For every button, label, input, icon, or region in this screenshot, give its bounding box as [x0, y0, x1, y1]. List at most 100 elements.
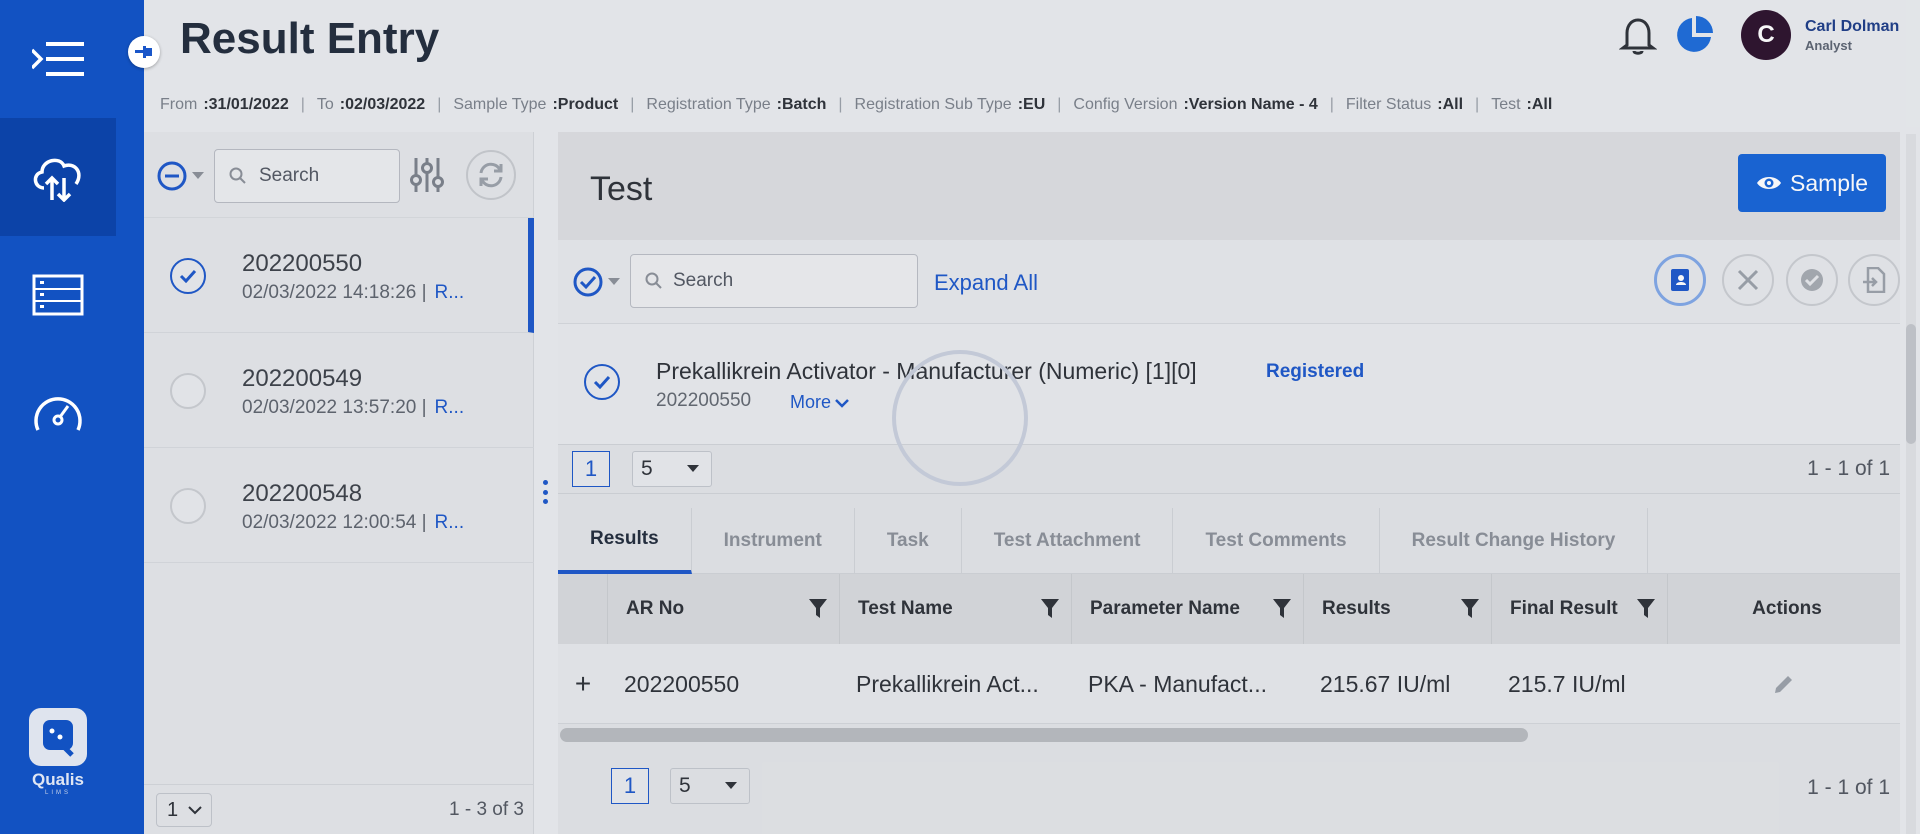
filter-label-from: From — [160, 96, 198, 113]
grid-page-number-button[interactable]: 1 — [611, 768, 649, 804]
test-panel-title: Test — [590, 170, 653, 208]
avatar[interactable]: C — [1741, 10, 1791, 60]
sample-list-panel: Search 202200550 02/03/2022 14:18:26 | R.… — [144, 132, 534, 834]
minus-circle-icon — [157, 161, 187, 191]
logo-mark-icon — [43, 720, 74, 757]
sample-view-label: Sample — [1790, 169, 1868, 196]
row-checkbox[interactable] — [170, 488, 206, 524]
sample-status-link[interactable]: R... — [435, 512, 465, 533]
sample-search-input[interactable]: Search — [214, 149, 400, 203]
sample-status-link[interactable]: R... — [435, 282, 465, 303]
main-vertical-scrollbar[interactable] — [1906, 134, 1916, 834]
caret-down-icon — [192, 172, 204, 179]
sample-datetime: 02/03/2022 12:00:54 | — [242, 512, 427, 533]
sample-datetime: 02/03/2022 14:18:26 | — [242, 282, 427, 303]
test-search-placeholder: Search — [673, 270, 734, 291]
sample-view-button[interactable]: Sample — [1738, 154, 1886, 212]
grid-column-parameter-name[interactable]: Parameter Name — [1072, 574, 1304, 644]
filter-icon[interactable] — [1461, 599, 1479, 619]
sample-list-item[interactable]: 202200550 02/03/2022 14:18:26 | R... — [144, 218, 534, 333]
filter-value-to: :02/03/2022 — [339, 96, 426, 113]
page-size-select[interactable]: 5 — [632, 451, 712, 487]
filter-icon[interactable] — [809, 599, 827, 619]
test-ar-number: 202200550 — [656, 390, 752, 411]
table-row[interactable]: + 202200550 Prekallikrein Act... PKA - M… — [558, 644, 1900, 724]
contact-book-icon — [1671, 269, 1689, 291]
test-search-input[interactable]: Search — [630, 254, 918, 308]
page-select[interactable]: 1 — [156, 793, 212, 827]
collapse-pin-button[interactable] — [128, 36, 160, 68]
more-label: More — [790, 392, 832, 412]
file-import-icon — [1863, 267, 1886, 293]
grid-column-test-name[interactable]: Test Name — [840, 574, 1072, 644]
row-checkbox[interactable] — [170, 258, 206, 294]
user-info[interactable]: Carl Dolman Analyst — [1805, 18, 1920, 53]
filter-icon[interactable] — [1273, 599, 1291, 619]
tab-instrument[interactable]: Instrument — [692, 508, 855, 574]
logo-brand: Qualis — [32, 770, 84, 789]
caret-down-icon — [608, 278, 620, 285]
filter-value-filter-status: :All — [1437, 96, 1464, 113]
pie-chart-icon[interactable] — [1673, 14, 1715, 56]
sample-list-item[interactable]: 202200548 02/03/2022 12:00:54 | R... — [144, 448, 534, 563]
grid-column-actions: Actions — [1668, 574, 1900, 644]
tab-task[interactable]: Task — [855, 508, 962, 574]
tab-result-change-history[interactable]: Result Change History — [1380, 508, 1649, 574]
filter-icon[interactable] — [1041, 599, 1059, 619]
nav-item-data-transfer[interactable] — [0, 118, 116, 236]
tab-results[interactable]: Results — [558, 508, 692, 574]
page-number-button[interactable]: 1 — [572, 451, 610, 487]
bell-icon[interactable] — [1619, 15, 1657, 55]
filter-value-sample-type: :Product — [552, 96, 619, 113]
user-role: Analyst — [1805, 37, 1852, 53]
page-header: Result Entry C Carl Dolman Analyst From … — [144, 0, 1920, 132]
edit-icon[interactable] — [1772, 672, 1796, 696]
tools-icon — [1737, 269, 1759, 291]
sample-list-item[interactable]: 202200549 02/03/2022 13:57:20 | R... — [144, 333, 534, 448]
filter-settings-button[interactable] — [402, 150, 452, 200]
complete-button[interactable] — [1786, 254, 1838, 306]
menu-toggle-button[interactable] — [0, 0, 116, 118]
grid-column-label: AR No — [626, 598, 685, 619]
export-button[interactable] — [1848, 254, 1900, 306]
sample-datetime: 02/03/2022 13:57:20 | — [242, 397, 427, 418]
tab-test-attachment[interactable]: Test Attachment — [962, 508, 1174, 574]
grid-column-results[interactable]: Results — [1304, 574, 1492, 644]
more-link[interactable]: More — [790, 392, 849, 413]
sample-id: 202200550 — [242, 250, 363, 277]
grid-column-final-result[interactable]: Final Result — [1492, 574, 1668, 644]
expand-all-link[interactable]: Expand All — [934, 270, 1038, 296]
select-all-dropdown[interactable] — [156, 160, 204, 192]
nav-item-list[interactable] — [0, 236, 116, 354]
grid-column-label: Final Result — [1510, 598, 1618, 619]
grid-horizontal-scrollbar[interactable] — [560, 728, 1528, 742]
cell-parameter-name: PKA - Manufact... — [1088, 670, 1267, 697]
test-list-item[interactable]: Prekallikrein Activator - Manufacturer (… — [558, 324, 1900, 444]
row-expand-button[interactable]: + — [558, 644, 608, 724]
filter-label-filter-status: Filter Status — [1345, 96, 1432, 113]
row-checkbox[interactable] — [170, 373, 206, 409]
tab-test-comments[interactable]: Test Comments — [1173, 508, 1380, 574]
panel-resize-handle[interactable] — [541, 480, 549, 504]
dashboard-gauge-icon — [34, 397, 82, 431]
refresh-button[interactable] — [466, 150, 516, 200]
grid-column-ar-no[interactable]: AR No — [608, 574, 840, 644]
filter-value-config-version: :Version Name - 4 — [1183, 96, 1318, 113]
assign-button[interactable] — [1654, 254, 1706, 306]
nav-item-dashboard[interactable] — [0, 354, 116, 472]
grid-page-size-value: 5 — [679, 774, 691, 797]
left-nav: Qualis LIMS — [0, 0, 144, 834]
test-select-all-dropdown[interactable] — [572, 266, 620, 298]
filter-label-registration-sub-type: Registration Sub Type — [854, 96, 1012, 113]
grid-page-size-select[interactable]: 5 — [670, 768, 750, 804]
filter-icon[interactable] — [1637, 599, 1655, 619]
cell-final-result: 215.7 IU/ml — [1508, 670, 1626, 697]
cloud-sync-icon — [33, 158, 81, 202]
sample-status-link[interactable]: R... — [435, 397, 465, 418]
refresh-icon — [479, 162, 503, 188]
test-toolbar: Search Expand All — [558, 240, 1900, 324]
tools-button[interactable] — [1722, 254, 1774, 306]
test-row-checkbox[interactable] — [584, 364, 620, 400]
menu-icon — [32, 42, 84, 76]
list-icon — [32, 274, 84, 316]
